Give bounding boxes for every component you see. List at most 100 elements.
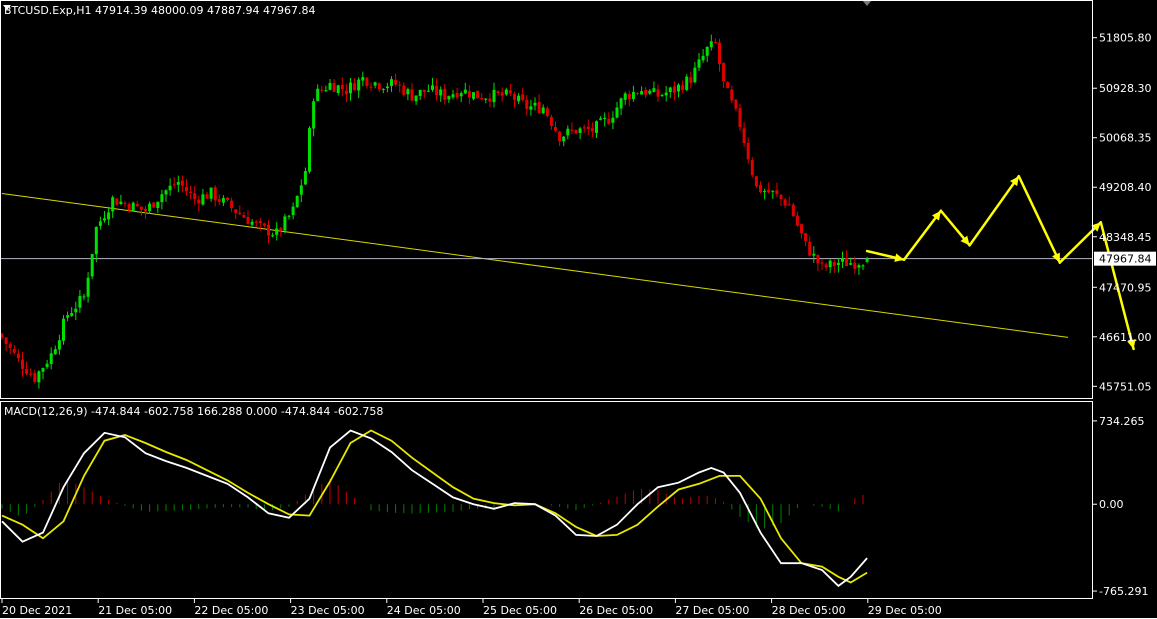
candle-body bbox=[283, 216, 287, 231]
candle-body bbox=[176, 181, 180, 185]
candle-body bbox=[513, 94, 516, 100]
candle-body bbox=[148, 203, 152, 211]
candle-body bbox=[656, 89, 660, 97]
candle-body bbox=[841, 258, 844, 262]
candle-body bbox=[648, 90, 652, 94]
candle-body bbox=[636, 93, 639, 95]
time-tick-label: 29 Dec 05:00 bbox=[868, 604, 942, 617]
candle-body bbox=[4, 337, 8, 344]
candle-body bbox=[677, 84, 680, 92]
candle-body bbox=[410, 89, 414, 101]
candle-body bbox=[303, 171, 307, 185]
candle-body bbox=[488, 98, 492, 102]
candle-body bbox=[164, 190, 168, 195]
price-tick-label: 51805.80 bbox=[1099, 32, 1152, 45]
candle-body bbox=[291, 206, 295, 216]
candle-body bbox=[709, 41, 713, 48]
macd-panel[interactable]: 734.265 0.00 -765.291 MACD(12,26,9) -474.8… bbox=[0, 402, 1148, 598]
candle-body bbox=[467, 90, 471, 98]
candle-body bbox=[472, 92, 475, 99]
candle-body bbox=[312, 101, 316, 129]
candle-body bbox=[455, 92, 459, 98]
candle-body bbox=[607, 118, 611, 124]
candle-body bbox=[349, 82, 352, 94]
candle-body bbox=[414, 95, 418, 102]
time-tick-label: 20 Dec 2021 bbox=[2, 604, 72, 617]
candle-body bbox=[463, 89, 467, 94]
candle-body bbox=[205, 194, 209, 199]
time-tick-label: 26 Dec 05:00 bbox=[579, 604, 653, 617]
candle-body bbox=[29, 373, 33, 375]
trading-chart[interactable]: 51805.80 50928.30 50068.35 49208.40 48348.45… bbox=[0, 0, 1157, 619]
time-tick-label: 21 Dec 05:00 bbox=[98, 604, 172, 617]
current-price-label: 47967.84 bbox=[1099, 253, 1152, 266]
candle-body bbox=[390, 79, 393, 86]
candle-body bbox=[45, 363, 49, 367]
candle-body bbox=[476, 90, 480, 99]
candle-body bbox=[98, 221, 102, 226]
candle-body bbox=[152, 202, 156, 208]
candle-body bbox=[16, 353, 20, 359]
candle-body bbox=[730, 89, 734, 101]
price-panel-bg bbox=[0, 0, 1092, 398]
candle-body bbox=[812, 253, 816, 256]
candle-body bbox=[254, 221, 258, 223]
candle-body bbox=[66, 315, 70, 318]
candle-body bbox=[213, 187, 217, 201]
candle-body bbox=[500, 92, 504, 96]
candle-body bbox=[738, 108, 742, 128]
candle-body bbox=[279, 228, 283, 231]
price-panel[interactable]: 51805.80 50928.30 50068.35 49208.40 48348.45… bbox=[0, 0, 1156, 398]
candle-body bbox=[221, 197, 225, 203]
candle-body bbox=[857, 265, 861, 268]
candle-body bbox=[644, 89, 648, 95]
candle-body bbox=[238, 212, 242, 215]
candle-body bbox=[504, 89, 508, 95]
candle-body bbox=[422, 89, 426, 93]
candle-body bbox=[111, 197, 115, 212]
candle-body bbox=[131, 202, 135, 212]
candle-body bbox=[742, 128, 746, 144]
candle-body bbox=[41, 368, 45, 372]
time-tick-label: 25 Dec 05:00 bbox=[483, 604, 557, 617]
macd-tick-label: -765.291 bbox=[1099, 585, 1148, 598]
candle-body bbox=[168, 185, 172, 191]
candle-body bbox=[631, 92, 635, 99]
candle-body bbox=[853, 262, 857, 269]
candle-body bbox=[353, 83, 357, 91]
candle-body bbox=[12, 349, 16, 353]
candle-body bbox=[299, 185, 303, 195]
candle-body bbox=[484, 98, 488, 100]
macd-title: MACD(12,26,9) -474.844 -602.758 166.288 … bbox=[4, 405, 383, 418]
time-axis: 20 Dec 2021 21 Dec 05:00 22 Dec 05:00 23 De… bbox=[1, 599, 942, 617]
candle-body bbox=[402, 85, 406, 95]
candle-body bbox=[603, 117, 607, 119]
candle-body bbox=[49, 353, 53, 365]
candle-body bbox=[861, 265, 865, 267]
candle-body bbox=[836, 262, 840, 266]
candle-body bbox=[406, 89, 410, 95]
candle-body bbox=[21, 359, 24, 369]
macd-axis: 734.265 0.00 -765.291 bbox=[1092, 415, 1148, 598]
candle-body bbox=[549, 117, 553, 126]
candle-body bbox=[718, 42, 721, 65]
candle-body bbox=[8, 344, 12, 348]
candle-body bbox=[373, 82, 377, 86]
candle-body bbox=[496, 91, 500, 94]
candle-body bbox=[250, 221, 254, 225]
time-tick-label: 28 Dec 05:00 bbox=[772, 604, 846, 617]
candle-body bbox=[418, 89, 422, 96]
candle-body bbox=[623, 93, 627, 100]
candle-body bbox=[217, 199, 221, 202]
candle-body bbox=[82, 296, 86, 298]
candle-body bbox=[103, 218, 106, 221]
candle-body bbox=[517, 95, 521, 102]
candle-body bbox=[816, 255, 820, 264]
candle-body bbox=[361, 77, 365, 81]
candle-body bbox=[431, 85, 434, 90]
candle-body bbox=[316, 88, 320, 101]
candle-body bbox=[90, 254, 94, 277]
candle-body bbox=[771, 190, 775, 192]
candle-body bbox=[611, 117, 615, 123]
candle-body bbox=[25, 369, 29, 374]
